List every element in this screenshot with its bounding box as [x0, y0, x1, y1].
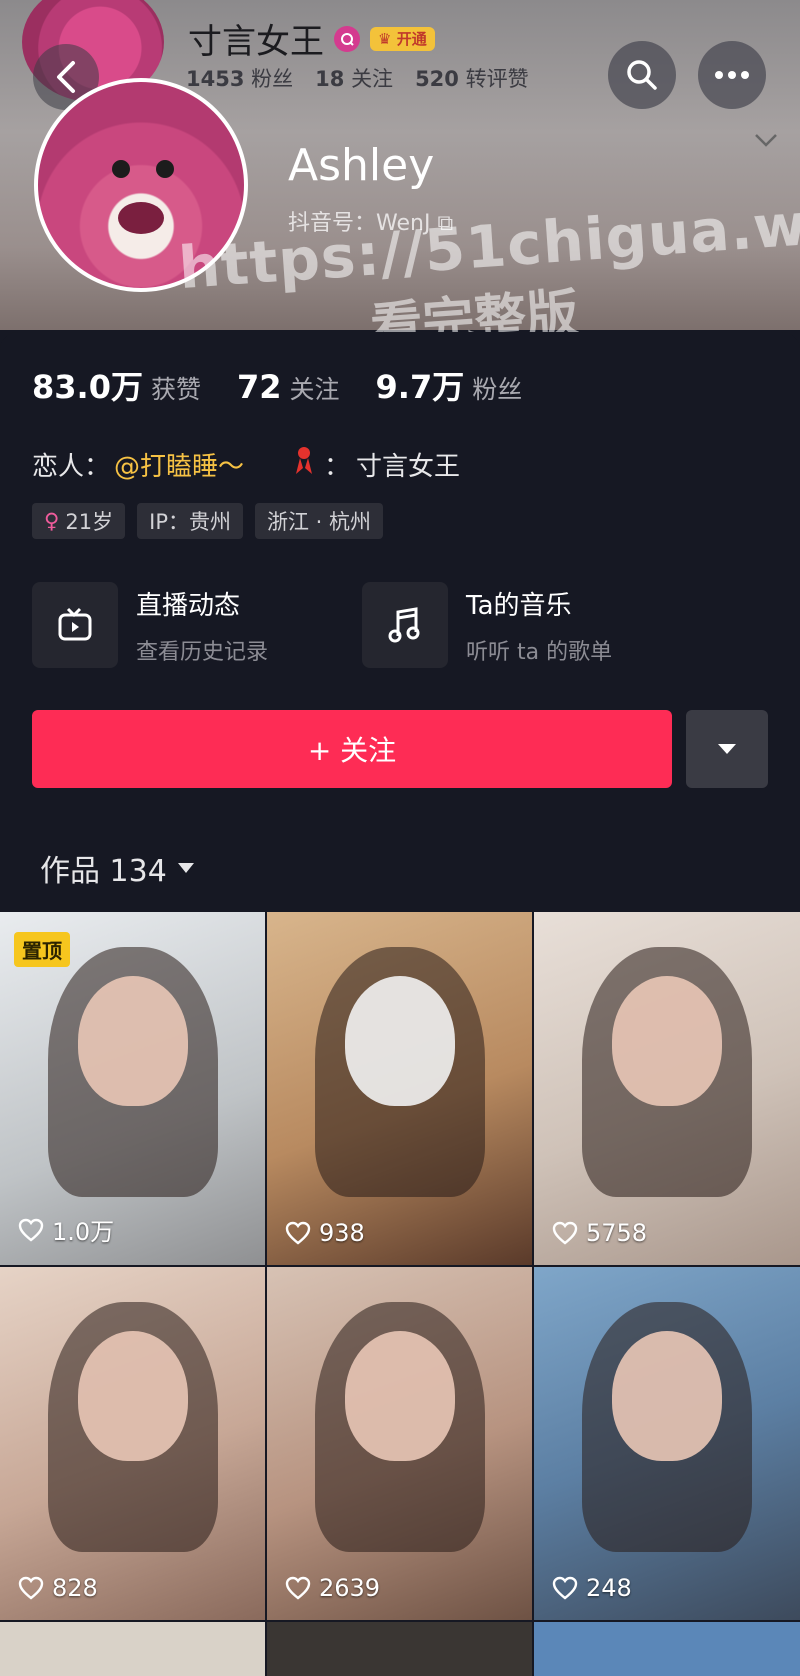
follow-button[interactable]: + 关注	[32, 710, 672, 788]
caret-down-icon	[718, 744, 736, 754]
feature-subtitle: 查看历史记录	[136, 639, 269, 665]
relation-sep: ：	[324, 452, 351, 482]
video-thumbnail[interactable]	[0, 1622, 265, 1676]
heart-icon	[18, 1576, 44, 1600]
ribbon-icon	[294, 446, 314, 483]
tag-ip: IP：贵州	[137, 503, 243, 539]
profile-name: Ashley	[288, 140, 435, 191]
stat-likes: 83.0万 获赞	[32, 368, 201, 406]
ellipsis-icon	[715, 71, 749, 79]
lover-link[interactable]: @打瞌睡～	[114, 446, 244, 483]
music-note-icon	[362, 582, 448, 668]
chevron-down-icon[interactable]	[754, 132, 778, 151]
avatar-eye	[112, 160, 130, 178]
relationship-row: 恋人： @打瞌睡～ ： 寸言女王	[32, 446, 460, 483]
more-options-button[interactable]	[698, 41, 766, 109]
live-history-entry[interactable]: 直播动态 查看历史记录	[32, 582, 268, 668]
vip-label: 开通	[396, 30, 427, 48]
caret-down-icon	[177, 863, 194, 873]
video-grid-next-row	[0, 1622, 800, 1676]
thumb-face	[612, 975, 722, 1106]
works-tab[interactable]: 作品 134	[40, 846, 195, 890]
thumb-face	[344, 1330, 455, 1461]
video-thumbnail[interactable]: 5758	[534, 912, 800, 1265]
partner-name: 寸言女王	[356, 452, 461, 482]
video-likes: 2639	[285, 1574, 380, 1602]
video-thumbnail[interactable]	[534, 1622, 800, 1676]
video-likes: 938	[285, 1219, 365, 1247]
thumb-face	[612, 1330, 722, 1461]
avatar-eye	[156, 160, 174, 178]
chevron-left-icon	[57, 61, 75, 93]
video-likes: 248	[552, 1574, 632, 1602]
feature-title: Ta的音乐	[466, 590, 572, 621]
profile-tags: ♀ 21岁 IP：贵州 浙江 · 杭州	[32, 503, 384, 539]
avatar-nose	[118, 202, 164, 234]
video-thumbnail[interactable]: 248	[534, 1267, 800, 1620]
thumb-face	[344, 975, 455, 1106]
heart-icon	[285, 1221, 311, 1245]
feature-title: 直播动态	[136, 590, 241, 621]
video-grid: 置顶 1.0万 938 5758 828 2639 248	[0, 912, 800, 1620]
search-button[interactable]	[608, 41, 676, 109]
pinned-badge: 置顶	[14, 932, 70, 967]
top-stat-fans: 1453 粉丝	[186, 67, 294, 91]
video-likes: 828	[18, 1574, 98, 1602]
stat-following[interactable]: 72 关注	[237, 368, 340, 406]
vip-badge[interactable]: ♛ 开通	[370, 26, 435, 51]
heart-icon	[552, 1576, 578, 1600]
music-entry[interactable]: Ta的音乐 听听 ta 的歌单	[362, 582, 612, 668]
video-thumbnail[interactable]: 置顶 1.0万	[0, 912, 265, 1265]
video-thumbnail[interactable]: 2639	[267, 1267, 532, 1620]
video-likes: 5758	[552, 1219, 647, 1247]
top-bar-user: 寸言女王 ♛ 开通	[188, 14, 435, 63]
tag-location: 浙江 · 杭州	[254, 503, 384, 539]
video-thumbnail[interactable]	[267, 1622, 532, 1676]
top-stat-interactions: 520 转评赞	[415, 67, 529, 91]
top-stat-following: 18 关注	[315, 67, 394, 91]
profile-stats: 83.0万 获赞 72 关注 9.7万 粉丝	[32, 362, 522, 408]
video-thumbnail[interactable]: 828	[0, 1267, 265, 1620]
thumb-face	[77, 1330, 188, 1461]
top-username: 寸言女王	[188, 22, 324, 62]
heart-icon	[552, 1221, 578, 1245]
lover-label: 恋人：	[32, 452, 111, 482]
stat-followers[interactable]: 9.7万 粉丝	[376, 362, 523, 408]
verified-icon	[334, 25, 360, 52]
vip-crown-icon: ♛	[378, 29, 392, 48]
top-stats: 1453 粉丝 18 关注 520 转评赞	[186, 63, 529, 93]
feature-subtitle: 听听 ta 的歌单	[466, 639, 613, 665]
thumb-face	[77, 975, 188, 1106]
follow-more-button[interactable]	[686, 710, 768, 788]
works-label: 作品 134	[40, 854, 167, 889]
tag-age: ♀ 21岁	[32, 503, 126, 539]
tv-icon	[32, 582, 118, 668]
heart-icon	[18, 1218, 44, 1242]
search-icon	[627, 60, 657, 90]
female-icon: ♀	[44, 509, 60, 533]
video-likes: 1.0万	[18, 1212, 114, 1247]
heart-icon	[285, 1576, 311, 1600]
video-thumbnail[interactable]: 938	[267, 912, 532, 1265]
